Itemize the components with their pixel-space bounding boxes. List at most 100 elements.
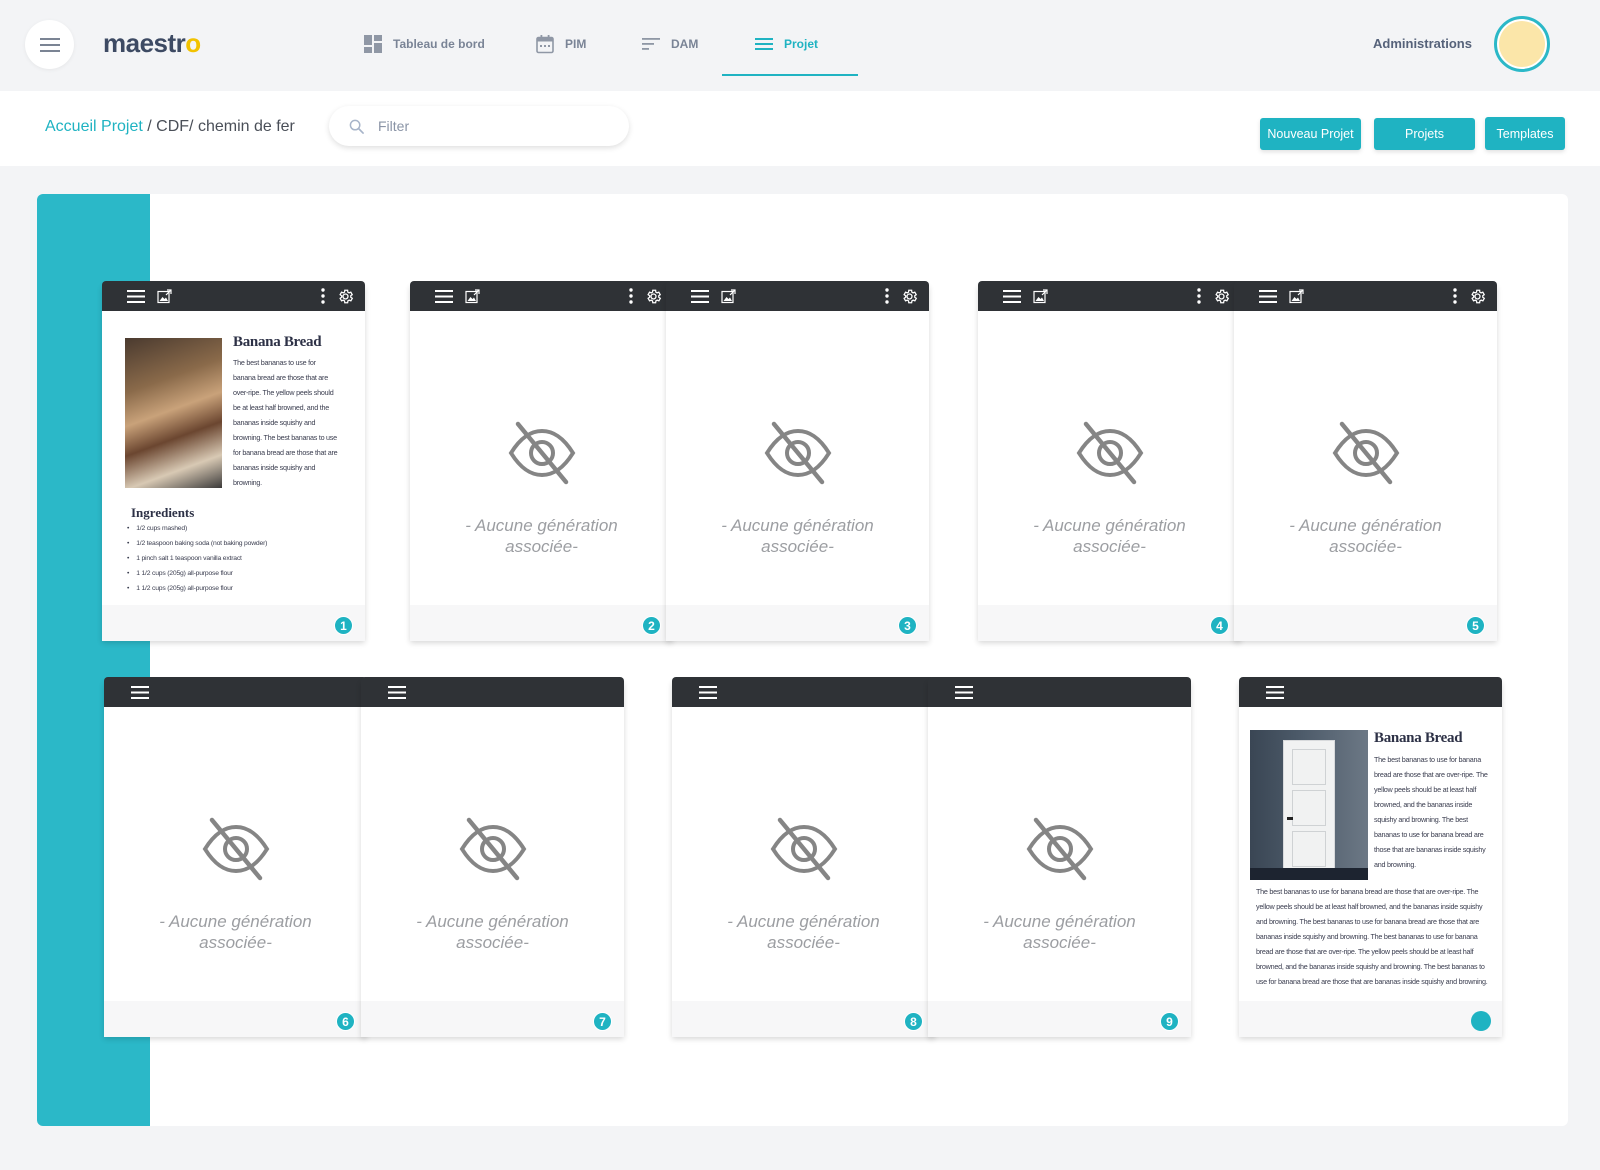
page-toolbar [978,281,1241,311]
more-options-icon[interactable] [882,281,892,311]
page-menu-icon[interactable] [1002,281,1022,311]
page-menu-icon[interactable] [954,677,974,707]
top-bar: maestro Tableau de bord PIM DAM Projet A… [0,0,1600,91]
page-footer: 9 [928,1001,1191,1037]
page-menu-icon[interactable] [387,677,407,707]
more-options-icon[interactable] [318,281,328,311]
ingredient-item: 1 1/2 cups (205g) all-purpose flour [127,581,267,596]
page-toolbar [102,281,365,311]
nav-pim[interactable]: PIM [535,30,586,58]
edit-image-icon[interactable] [719,281,737,311]
page-toolbar [666,281,929,311]
ingredient-item: 1 1/2 cups (205g) all-purpose flour [127,566,267,581]
projects-button[interactable]: Projets [1374,118,1475,150]
settings-gear-icon[interactable] [899,281,919,311]
page-footer: 8 [672,1001,935,1037]
nav-dam[interactable]: DAM [641,30,698,58]
filter-input[interactable] [378,118,598,134]
search-icon [349,119,364,134]
page-menu-icon[interactable] [130,677,150,707]
active-tab-indicator [722,74,858,76]
page-number-badge: 2 [642,616,661,635]
nav-projet[interactable]: Projet [754,30,818,58]
page-card-1[interactable]: Banana Bread The best bananas to use for… [102,281,365,641]
page-footer: 1 [102,605,365,641]
app-logo[interactable]: maestro [103,28,201,59]
page-toolbar [104,677,367,707]
ingredients-title: Ingredients [131,505,195,520]
settings-gear-icon[interactable] [335,281,355,311]
edit-image-icon[interactable] [463,281,481,311]
page-card-4[interactable]: - Aucune génération associée- 4 [978,281,1241,641]
settings-gear-icon[interactable] [643,281,663,311]
page-toolbar [1234,281,1497,311]
settings-gear-icon[interactable] [1467,281,1487,311]
door-panel [1292,790,1326,826]
list-icon [755,38,773,50]
empty-page-message: - Aucune génération associée- [416,912,569,952]
page-card-9[interactable]: - Aucune génération associée- 9 [928,677,1191,1037]
ingredient-item: 1 pinch salt 1 teaspoon vanilla extract [127,551,267,566]
page-menu-icon[interactable] [1258,281,1278,311]
administrations-link[interactable]: Administrations [1373,36,1472,51]
eye-off-icon [764,421,832,485]
page-footer: 2 [410,605,673,641]
nav-label: Projet [784,37,819,51]
breadcrumb: Accueil Projet / CDF/ chemin de fer [45,118,295,136]
page-card-3[interactable]: - Aucune génération associée- 3 [666,281,929,641]
empty-page-message: - Aucune génération associée- [727,912,880,952]
recipe-photo [125,338,222,488]
door-panel [1292,831,1326,867]
templates-button[interactable]: Templates [1485,117,1565,150]
page-card-5[interactable]: - Aucune génération associée- 5 [1234,281,1497,641]
page-menu-icon[interactable] [126,281,146,311]
eye-off-icon [459,817,527,881]
page-status-dot [1471,1011,1491,1031]
ingredients-list: 1/2 cups mashed) 1/2 teaspoon baking sod… [127,521,267,596]
recipe-text-long: The best bananas to use for banana bread… [1256,887,1488,986]
page-menu-icon[interactable] [434,281,454,311]
empty-page-message: - Aucune génération associée- [983,912,1136,952]
page-number-badge: 1 [334,616,353,635]
door-floor [1250,868,1368,880]
breadcrumb-separator: / [142,118,157,135]
page-menu-icon[interactable] [1265,677,1285,707]
calendar-icon [536,35,554,54]
page-card-6[interactable]: - Aucune génération associée- 6 [104,677,367,1037]
eye-off-icon [1026,817,1094,881]
page-card-7[interactable]: - Aucune génération associée- 7 [361,677,624,1037]
page-menu-icon[interactable] [690,281,710,311]
edit-image-icon[interactable] [1031,281,1049,311]
hamburger-menu-button[interactable] [25,20,74,69]
page-number-badge: 9 [1160,1012,1179,1031]
ingredient-item: 1/2 cups mashed) [127,521,267,536]
dashboard-icon [364,35,382,53]
eye-off-icon [770,817,838,881]
more-options-icon[interactable] [1450,281,1460,311]
edit-image-icon[interactable] [1287,281,1305,311]
recipe-title: Banana Bread [1374,730,1463,746]
breadcrumb-home-link[interactable]: Accueil Projet [45,118,143,135]
nav-tableau-de-bord[interactable]: Tableau de bord [363,30,485,58]
more-options-icon[interactable] [626,281,636,311]
filter-box[interactable] [329,106,629,146]
ingredient-item: 1/2 teaspoon baking soda (not baking pow… [127,536,267,551]
page-menu-icon[interactable] [698,677,718,707]
page-footer: 7 [361,1001,624,1037]
page-card-10[interactable]: Banana Bread The best bananas to use for… [1239,677,1502,1037]
breadcrumb-current: CDF/ chemin de fer [156,118,295,135]
page-toolbar [361,677,624,707]
recipe-text: The best bananas to use for banana bread… [1374,755,1488,869]
page-number-badge: 8 [904,1012,923,1031]
page-card-2[interactable]: - Aucune génération associée- 2 [410,281,673,641]
edit-image-icon[interactable] [155,281,173,311]
eye-off-icon [202,817,270,881]
page-card-8[interactable]: - Aucune génération associée- 8 [672,677,935,1037]
page-toolbar [1239,677,1502,707]
new-project-button[interactable]: Nouveau Projet [1260,118,1361,150]
settings-gear-icon[interactable] [1211,281,1231,311]
avatar[interactable] [1494,16,1550,72]
page-toolbar [928,677,1191,707]
more-options-icon[interactable] [1194,281,1204,311]
page-number-badge: 6 [336,1012,355,1031]
